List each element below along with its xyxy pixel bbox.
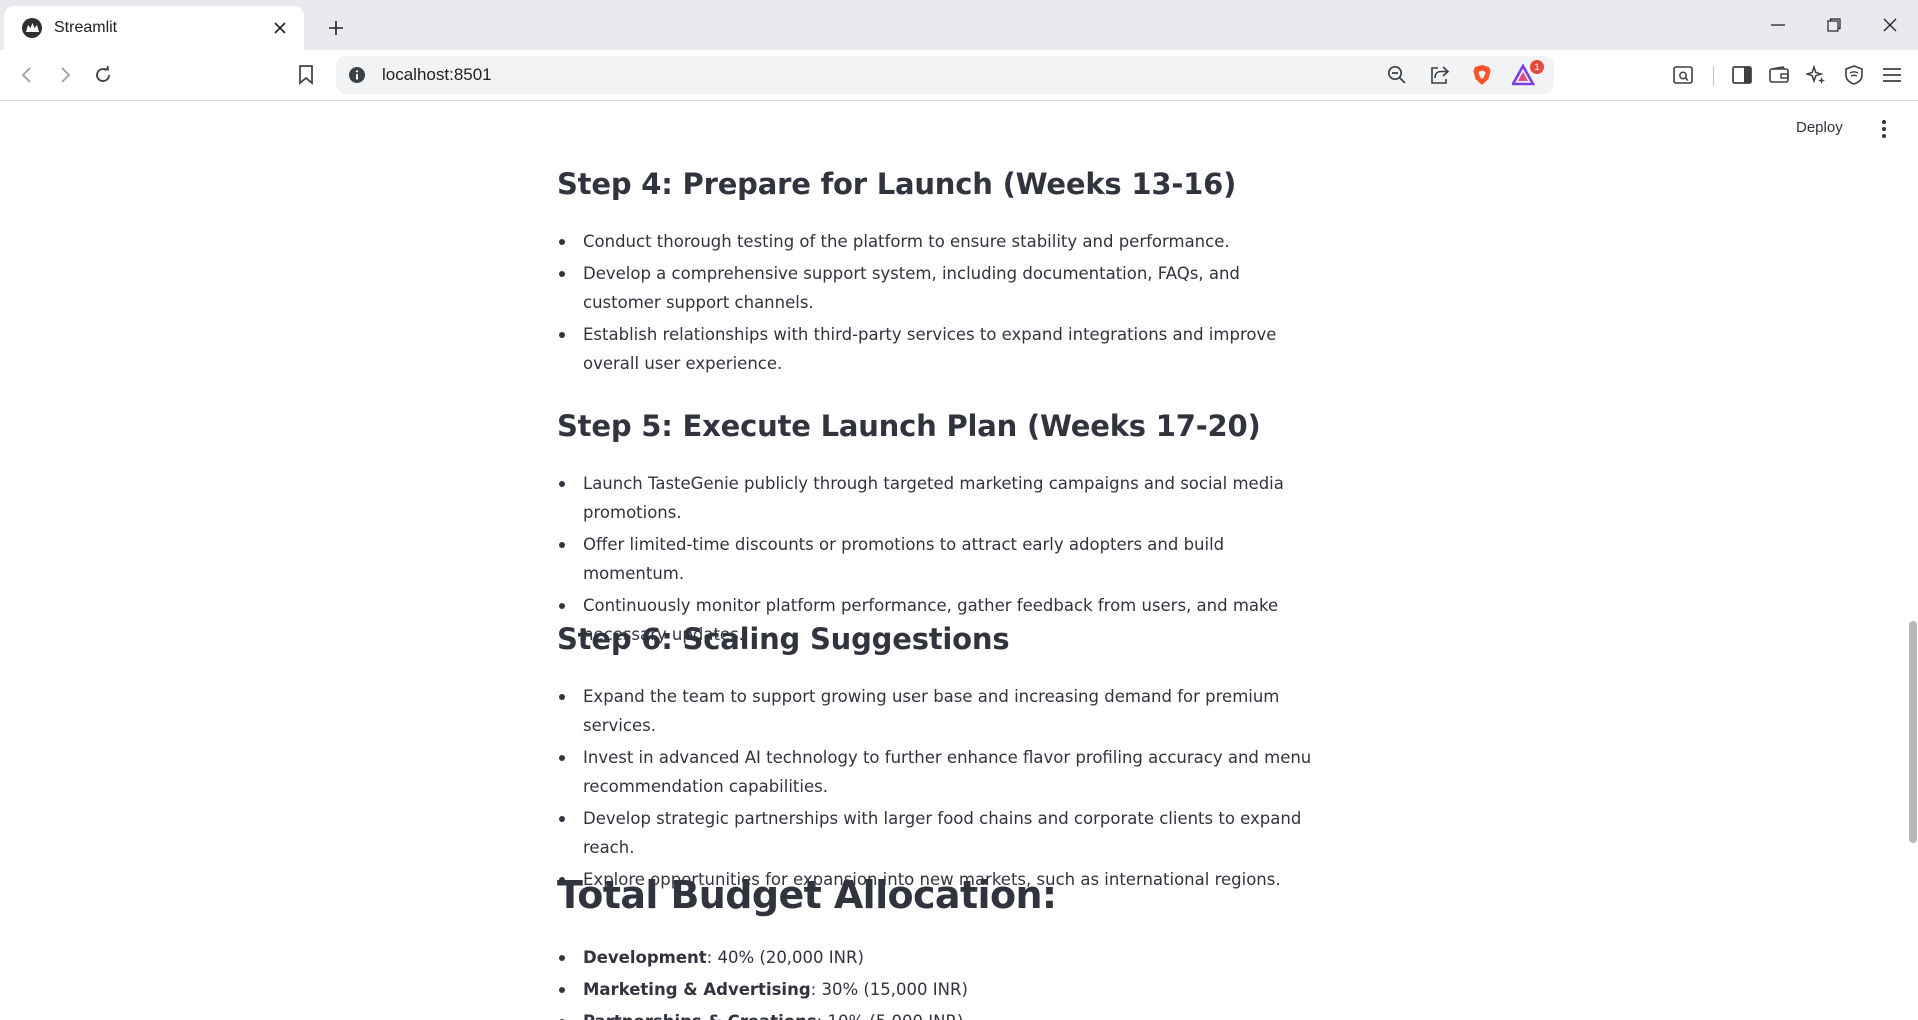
forward-icon[interactable] xyxy=(48,58,82,92)
back-icon[interactable] xyxy=(10,58,44,92)
leo-ai-icon[interactable] xyxy=(1799,58,1833,92)
budget-item: Partnerships & Creations: 10% (5,000 INR… xyxy=(557,1007,1317,1020)
tab-title: Streamlit xyxy=(54,19,118,36)
list-item: Establish relationships with third-party… xyxy=(557,320,1317,378)
brave-shields-icon[interactable] xyxy=(1467,60,1497,90)
scrollbar-track[interactable] xyxy=(1908,101,1918,1020)
site-info-icon[interactable] xyxy=(344,62,370,88)
budget-item-label: Development xyxy=(583,948,707,967)
streamlit-favicon-icon xyxy=(22,18,42,38)
deploy-button[interactable]: Deploy xyxy=(1796,119,1843,136)
tab-search-icon[interactable] xyxy=(1666,58,1700,92)
list-item: Conduct thorough testing of the platform… xyxy=(557,227,1317,256)
main-menu-icon[interactable] xyxy=(1870,115,1898,143)
budget-item-value: : 10% (5,000 INR) xyxy=(817,1012,964,1020)
streamlit-app: Deploy Step 4: Prepare for Launch (Weeks… xyxy=(0,101,1918,1020)
list-item: Develop a comprehensive support system, … xyxy=(557,259,1317,317)
list-item: Develop strategic partnerships with larg… xyxy=(557,804,1317,862)
wallet-icon[interactable] xyxy=(1762,58,1796,92)
address-bar[interactable]: localhost:8501 1 xyxy=(336,56,1554,94)
bullet-list: Expand the team to support growing user … xyxy=(557,682,1317,897)
close-window-icon[interactable] xyxy=(1862,0,1918,50)
list-item: Expand the team to support growing user … xyxy=(557,682,1317,740)
reload-icon[interactable] xyxy=(86,58,120,92)
section-heading: Step 5: Execute Launch Plan (Weeks 17-20… xyxy=(557,409,1261,443)
scrollbar-thumb[interactable] xyxy=(1909,621,1917,843)
list-item: Offer limited-time discounts or promotio… xyxy=(557,530,1317,588)
menu-icon[interactable] xyxy=(1875,58,1909,92)
list-item: Launch TasteGenie publicly through targe… xyxy=(557,469,1317,527)
share-icon[interactable] xyxy=(1425,60,1455,90)
url-text: localhost:8501 xyxy=(382,65,492,84)
budget-heading: Total Budget Allocation: xyxy=(557,873,1057,917)
bullet-list: Conduct thorough testing of the platform… xyxy=(557,227,1317,381)
budget-list: Development: 40% (20,000 INR) Marketing … xyxy=(557,943,1317,1020)
budget-item-label: Marketing & Advertising xyxy=(583,980,811,999)
close-tab-icon[interactable] xyxy=(268,16,292,40)
bookmark-icon[interactable] xyxy=(289,58,323,92)
notification-badge: 1 xyxy=(1530,60,1544,74)
tab-strip: Streamlit xyxy=(0,0,1918,50)
list-item: Invest in advanced AI technology to furt… xyxy=(557,743,1317,801)
section-heading: Step 6: Scaling Suggestions xyxy=(557,622,1010,656)
vpn-shield-icon[interactable] xyxy=(1837,58,1871,92)
budget-item: Marketing & Advertising: 30% (15,000 INR… xyxy=(557,975,1317,1004)
new-tab-icon[interactable] xyxy=(320,12,352,44)
toolbar-separator xyxy=(1713,66,1714,86)
browser-tab[interactable]: Streamlit xyxy=(4,6,304,50)
section-heading: Step 4: Prepare for Launch (Weeks 13-16) xyxy=(557,167,1237,201)
zoom-icon[interactable] xyxy=(1382,60,1412,90)
sidebar-icon[interactable] xyxy=(1725,58,1759,92)
budget-item: Development: 40% (20,000 INR) xyxy=(557,943,1317,972)
minimize-icon[interactable] xyxy=(1750,0,1806,50)
budget-item-value: : 40% (20,000 INR) xyxy=(706,948,864,967)
browser-toolbar: localhost:8501 1 xyxy=(0,50,1918,101)
budget-item-value: : 30% (15,000 INR) xyxy=(810,980,968,999)
budget-item-label: Partnerships & Creations xyxy=(583,1012,817,1020)
restore-icon[interactable] xyxy=(1806,0,1862,50)
